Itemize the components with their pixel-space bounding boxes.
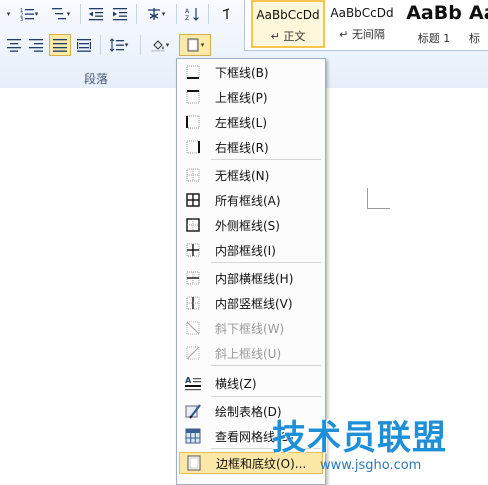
style-preview: AaBbCcDd bbox=[330, 6, 394, 20]
style-preview: Aa bbox=[469, 2, 488, 24]
style-name: ↵ 无间隔 bbox=[339, 28, 385, 41]
chinese-layout-icon bbox=[147, 8, 160, 20]
menu-item-bottom-border[interactable]: 下框线(B) bbox=[179, 61, 323, 83]
increase-indent-button[interactable] bbox=[110, 4, 130, 24]
diagonal-down-border-icon bbox=[184, 319, 202, 337]
borders-shading-icon bbox=[185, 454, 203, 472]
menu-item-inside-borders[interactable]: 内部框线(I) bbox=[179, 239, 323, 261]
watermark-text: 技术员联盟 bbox=[272, 418, 447, 458]
show-marks-button[interactable] bbox=[216, 4, 236, 24]
paragraph-group-label: 段落 bbox=[84, 72, 109, 86]
page-corner-mark bbox=[367, 188, 390, 209]
border-icon bbox=[187, 38, 199, 52]
decrease-indent-button[interactable] bbox=[86, 4, 106, 24]
menu-separator bbox=[211, 396, 321, 397]
line-spacing-icon bbox=[109, 38, 124, 52]
border-bottom-icon bbox=[184, 63, 202, 81]
svg-text:Z: Z bbox=[185, 15, 189, 21]
menu-item-diagonal-down-border: 斜下框线(W) bbox=[179, 317, 323, 339]
style-preview: AaBb bbox=[406, 2, 462, 24]
style-name: 标题 1 bbox=[417, 32, 451, 45]
sort-button[interactable]: AZ bbox=[182, 4, 202, 24]
chinese-layout-button[interactable]: ▾ bbox=[142, 4, 170, 24]
line-spacing-button[interactable]: ▾ bbox=[106, 35, 132, 55]
menu-item-label: 斜下框线(W) bbox=[215, 321, 285, 336]
menu-item-label: 上框线(P) bbox=[215, 90, 268, 105]
menu-item-inside-horizontal-border[interactable]: 内部横框线(H) bbox=[179, 267, 323, 289]
align-right-icon bbox=[29, 39, 43, 52]
inside-borders-icon bbox=[184, 241, 202, 259]
increase-indent-icon bbox=[113, 8, 127, 21]
style-preview: AaBbCcDd bbox=[256, 8, 320, 22]
multilevel-list-button[interactable]: ▾ bbox=[48, 4, 74, 24]
menu-separator bbox=[211, 365, 321, 366]
style-heading-1[interactable]: AaBb 标题 1 bbox=[397, 0, 471, 48]
style-heading-2[interactable]: Aa 标 bbox=[469, 0, 488, 48]
menu-item-label: 外侧框线(S) bbox=[215, 218, 280, 233]
menu-item-left-border[interactable]: 左框线(L) bbox=[179, 111, 323, 133]
style-name: ↵ 正文 bbox=[270, 30, 306, 43]
style-normal[interactable]: AaBbCcDd ↵ 正文 bbox=[251, 0, 325, 48]
menu-item-label: 内部框线(I) bbox=[215, 243, 276, 258]
align-center-button[interactable] bbox=[4, 35, 24, 55]
diagonal-up-border-icon bbox=[184, 344, 202, 362]
align-right-button[interactable] bbox=[26, 35, 46, 55]
menu-item-label: 斜上框线(U) bbox=[215, 346, 282, 361]
style-name: 标 bbox=[469, 32, 480, 45]
menu-item-label: 无框线(N) bbox=[215, 168, 270, 183]
menu-item-label: 内部竖框线(V) bbox=[215, 296, 293, 311]
menu-item-no-border[interactable]: 无框线(N) bbox=[179, 164, 323, 186]
menu-item-outside-borders[interactable]: 外侧框线(S) bbox=[179, 214, 323, 236]
menu-item-horizontal-line[interactable]: A 横线(Z) bbox=[179, 372, 323, 394]
watermark-url: www.jsgho.com bbox=[320, 458, 422, 473]
outside-borders-icon bbox=[184, 216, 202, 234]
multilevel-list-icon bbox=[51, 8, 66, 20]
justify-icon bbox=[53, 39, 67, 52]
paint-bucket-icon bbox=[151, 40, 164, 52]
horizontal-line-icon: A bbox=[184, 374, 202, 392]
menu-item-diagonal-up-border: 斜上框线(U) bbox=[179, 342, 323, 364]
svg-text:A: A bbox=[185, 8, 190, 15]
style-no-spacing[interactable]: AaBbCcDd ↵ 无间隔 bbox=[325, 0, 399, 48]
numbering-icon: 123 bbox=[20, 8, 34, 21]
distributed-button[interactable] bbox=[74, 35, 94, 55]
watermark: 技术员联盟 www.jsgho.com bbox=[272, 410, 488, 483]
bullets-dropdown[interactable]: ▾ bbox=[2, 4, 14, 24]
draw-table-icon bbox=[184, 402, 202, 420]
menu-item-all-borders[interactable]: 所有框线(A) bbox=[179, 189, 323, 211]
menu-item-label: 右框线(R) bbox=[215, 140, 269, 155]
border-top-icon bbox=[184, 88, 202, 106]
justify-button[interactable] bbox=[49, 34, 71, 56]
border-left-icon bbox=[184, 113, 202, 131]
menu-item-label: 下框线(B) bbox=[215, 65, 269, 80]
borders-button[interactable]: ▾ bbox=[179, 34, 211, 56]
no-border-icon bbox=[184, 166, 202, 184]
menu-separator bbox=[211, 159, 321, 160]
styles-gallery: AaBbCcDd ↵ 正文 AaBbCcDd ↵ 无间隔 AaBb 标题 1 A… bbox=[244, 0, 488, 51]
align-center-icon bbox=[7, 39, 21, 52]
shading-button[interactable]: ▾ bbox=[146, 35, 174, 55]
menu-item-top-border[interactable]: 上框线(P) bbox=[179, 86, 323, 108]
view-gridlines-icon bbox=[184, 427, 202, 445]
menu-item-label: 左框线(L) bbox=[215, 115, 268, 130]
distributed-icon bbox=[77, 39, 91, 52]
menu-item-right-border[interactable]: 右框线(R) bbox=[179, 136, 323, 158]
menu-item-label: 内部横框线(H) bbox=[215, 271, 294, 286]
menu-separator bbox=[211, 262, 321, 263]
border-right-icon bbox=[184, 138, 202, 156]
sort-az-icon: AZ bbox=[185, 8, 199, 21]
decrease-indent-icon bbox=[89, 8, 103, 21]
inside-horizontal-border-icon bbox=[184, 269, 202, 287]
menu-item-label: 所有框线(A) bbox=[215, 193, 281, 208]
svg-text:A: A bbox=[185, 376, 192, 385]
all-borders-icon bbox=[184, 191, 202, 209]
inside-vertical-border-icon bbox=[184, 294, 202, 312]
paragraph-mark-icon bbox=[222, 8, 230, 19]
numbering-button[interactable]: 123 ▾ bbox=[16, 4, 42, 24]
menu-item-label: 横线(Z) bbox=[215, 376, 257, 391]
svg-text:3: 3 bbox=[20, 17, 23, 21]
menu-item-inside-vertical-border[interactable]: 内部竖框线(V) bbox=[179, 292, 323, 314]
